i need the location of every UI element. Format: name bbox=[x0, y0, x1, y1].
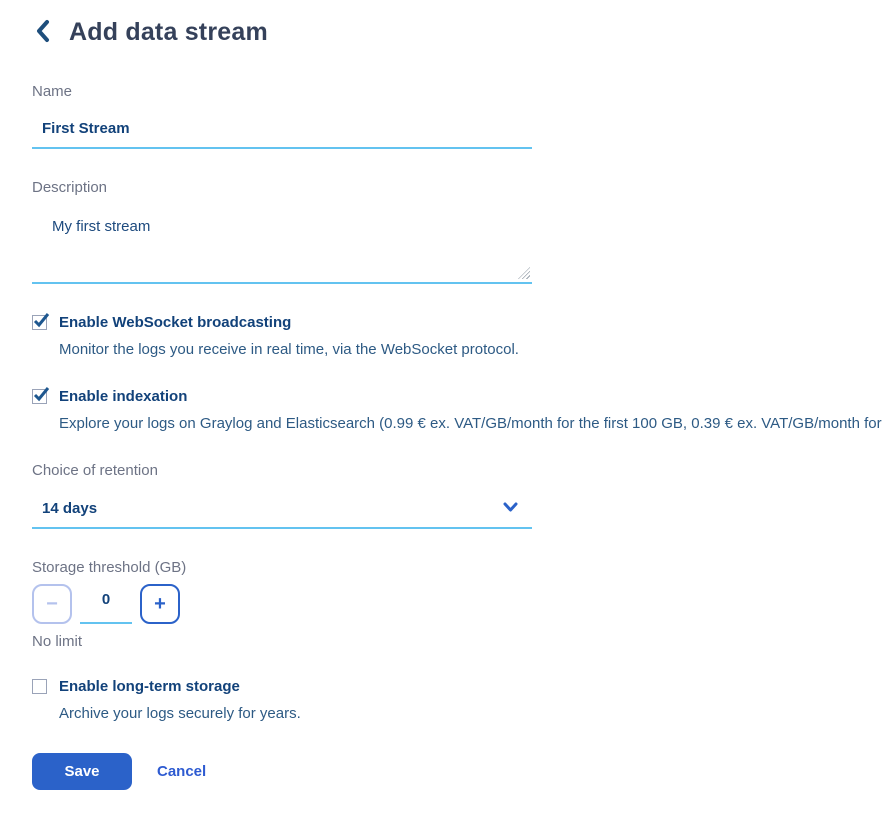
threshold-stepper: − + bbox=[32, 584, 875, 624]
name-label: Name bbox=[32, 83, 875, 100]
threshold-input[interactable] bbox=[80, 584, 132, 624]
name-input[interactable] bbox=[32, 106, 532, 149]
indexation-checkbox-row[interactable]: Enable indexation bbox=[32, 388, 875, 405]
description-textarea[interactable]: My first stream bbox=[32, 200, 532, 284]
longterm-group: Enable long-term storage Archive your lo… bbox=[32, 678, 875, 722]
threshold-label: Storage threshold (GB) bbox=[32, 559, 875, 576]
longterm-label: Enable long-term storage bbox=[59, 678, 240, 695]
websocket-help-text: Monitor the logs you receive in real tim… bbox=[59, 341, 875, 358]
websocket-checkbox-row[interactable]: Enable WebSocket broadcasting bbox=[32, 314, 875, 331]
longterm-help-text: Archive your logs securely for years. bbox=[59, 705, 875, 722]
indexation-help-text: Explore your logs on Graylog and Elastic… bbox=[59, 415, 875, 432]
retention-field-group: Choice of retention 14 days bbox=[32, 462, 875, 529]
threshold-hint: No limit bbox=[32, 633, 875, 650]
save-button[interactable]: Save bbox=[32, 753, 132, 790]
description-field-group: Description My first stream bbox=[32, 179, 875, 284]
decrement-button[interactable]: − bbox=[32, 584, 72, 624]
back-button[interactable] bbox=[32, 20, 54, 46]
name-field-group: Name bbox=[32, 83, 875, 149]
description-label: Description bbox=[32, 179, 875, 196]
checkmark-icon bbox=[33, 386, 50, 408]
retention-select[interactable]: 14 days bbox=[32, 485, 532, 529]
threshold-field-group: Storage threshold (GB) − + No limit bbox=[32, 559, 875, 650]
websocket-group: Enable WebSocket broadcasting Monitor th… bbox=[32, 314, 875, 358]
retention-selected-value: 14 days bbox=[42, 500, 97, 517]
page-title: Add data stream bbox=[69, 18, 268, 47]
longterm-checkbox-row[interactable]: Enable long-term storage bbox=[32, 678, 875, 695]
chevron-left-icon bbox=[35, 19, 51, 46]
indexation-checkbox[interactable] bbox=[32, 389, 47, 404]
retention-label: Choice of retention bbox=[32, 462, 875, 479]
checkmark-icon bbox=[33, 312, 50, 334]
description-textarea-wrap: My first stream bbox=[32, 200, 532, 284]
indexation-group: Enable indexation Explore your logs on G… bbox=[32, 388, 875, 432]
form-actions: Save Cancel bbox=[32, 753, 875, 790]
longterm-checkbox[interactable] bbox=[32, 679, 47, 694]
increment-button[interactable]: + bbox=[140, 584, 180, 624]
indexation-label: Enable indexation bbox=[59, 388, 187, 405]
chevron-down-icon bbox=[503, 499, 518, 517]
cancel-button[interactable]: Cancel bbox=[157, 763, 206, 780]
add-data-stream-page: Add data stream Name Description My firs… bbox=[0, 0, 885, 790]
websocket-checkbox[interactable] bbox=[32, 315, 47, 330]
websocket-label: Enable WebSocket broadcasting bbox=[59, 314, 291, 331]
page-header: Add data stream bbox=[32, 18, 875, 47]
